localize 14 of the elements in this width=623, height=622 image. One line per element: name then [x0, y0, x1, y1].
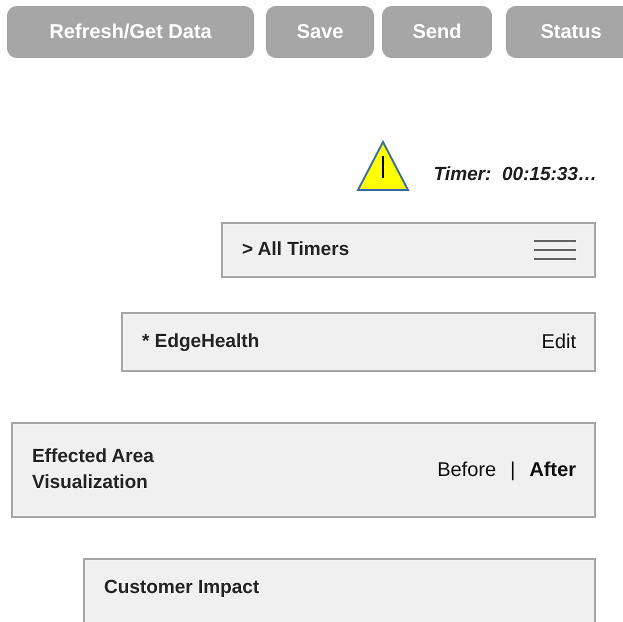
separator: | — [510, 458, 516, 482]
panel-title: Effected Area Visualization — [32, 445, 155, 495]
toolbar-button[interactable]: Status — [506, 6, 623, 58]
timer-text: Timer: 00:15:33… — [434, 163, 597, 186]
panel-title: Customer Impact — [104, 576, 260, 600]
toolbar-button[interactable]: Refresh/Get Data — [7, 6, 254, 58]
menu-icon[interactable] — [534, 240, 576, 260]
view-option[interactable]: After — [529, 458, 576, 482]
panel-title: * EdgeHealth — [142, 330, 260, 354]
toolbar-button[interactable]: Save — [266, 6, 374, 58]
toolbar-button[interactable]: Send — [382, 6, 492, 58]
panel-title: > All Timers — [242, 238, 350, 262]
edit-link[interactable]: Edit — [542, 330, 576, 354]
view-option[interactable]: Before — [437, 458, 496, 482]
